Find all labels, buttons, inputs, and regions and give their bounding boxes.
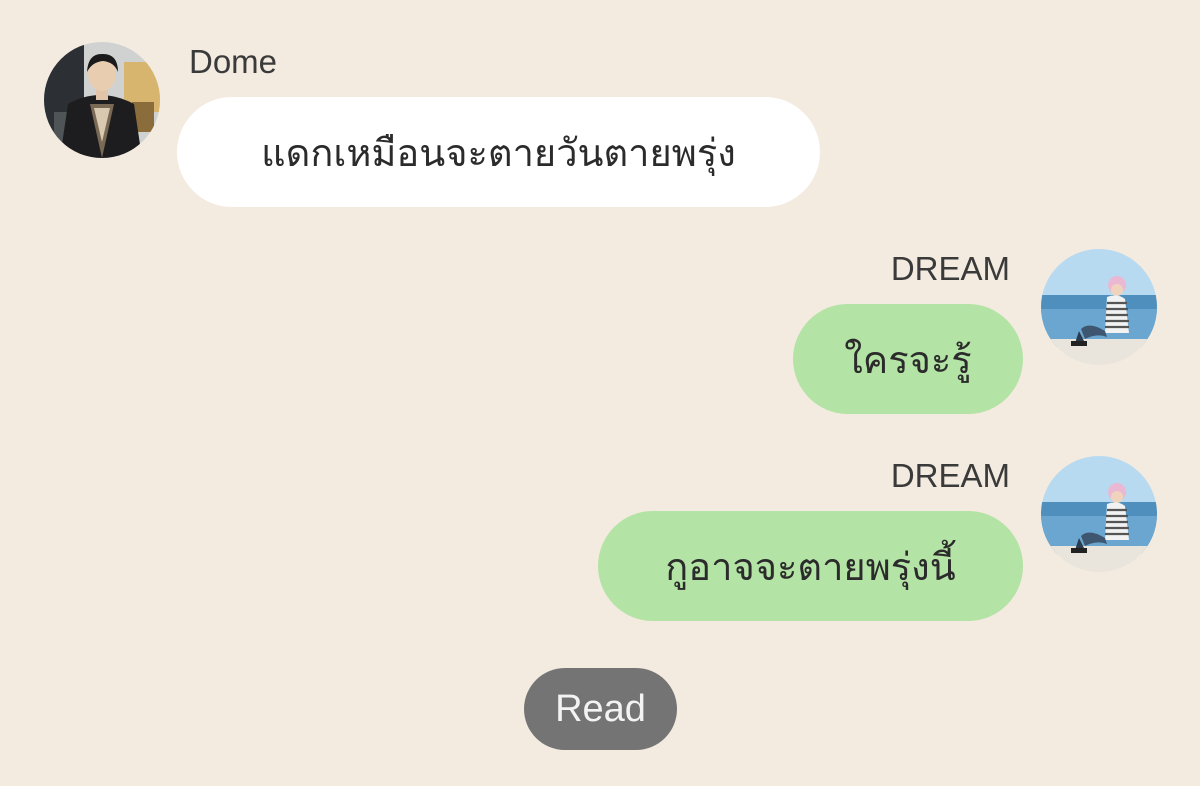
sender-name-dream: DREAM (890, 457, 1010, 494)
avatar-dream[interactable] (1041, 456, 1157, 572)
message-bubble-outgoing[interactable]: กูอาจจะตายพรุ่งนี้ (598, 511, 1023, 621)
avatar-dream[interactable] (1041, 249, 1157, 365)
dream-avatar-icon (1041, 249, 1157, 365)
message-bubble-outgoing[interactable]: ใครจะรู้ (793, 304, 1023, 414)
message-bubble-incoming[interactable]: แดกเหมือนจะตายวันตายพรุ่ง (177, 97, 820, 207)
sender-name-dome: Dome (189, 43, 278, 80)
sender-name-dream: DREAM (890, 250, 1010, 287)
read-receipt-badge: Read (524, 668, 677, 750)
chat-view: Dome แดกเหมือนจะตายวันตายพรุ่ง DREAM ใคร… (0, 0, 1200, 786)
dream-avatar-icon (1041, 456, 1157, 572)
avatar-dome[interactable] (44, 42, 160, 158)
dome-avatar-icon (44, 42, 160, 158)
